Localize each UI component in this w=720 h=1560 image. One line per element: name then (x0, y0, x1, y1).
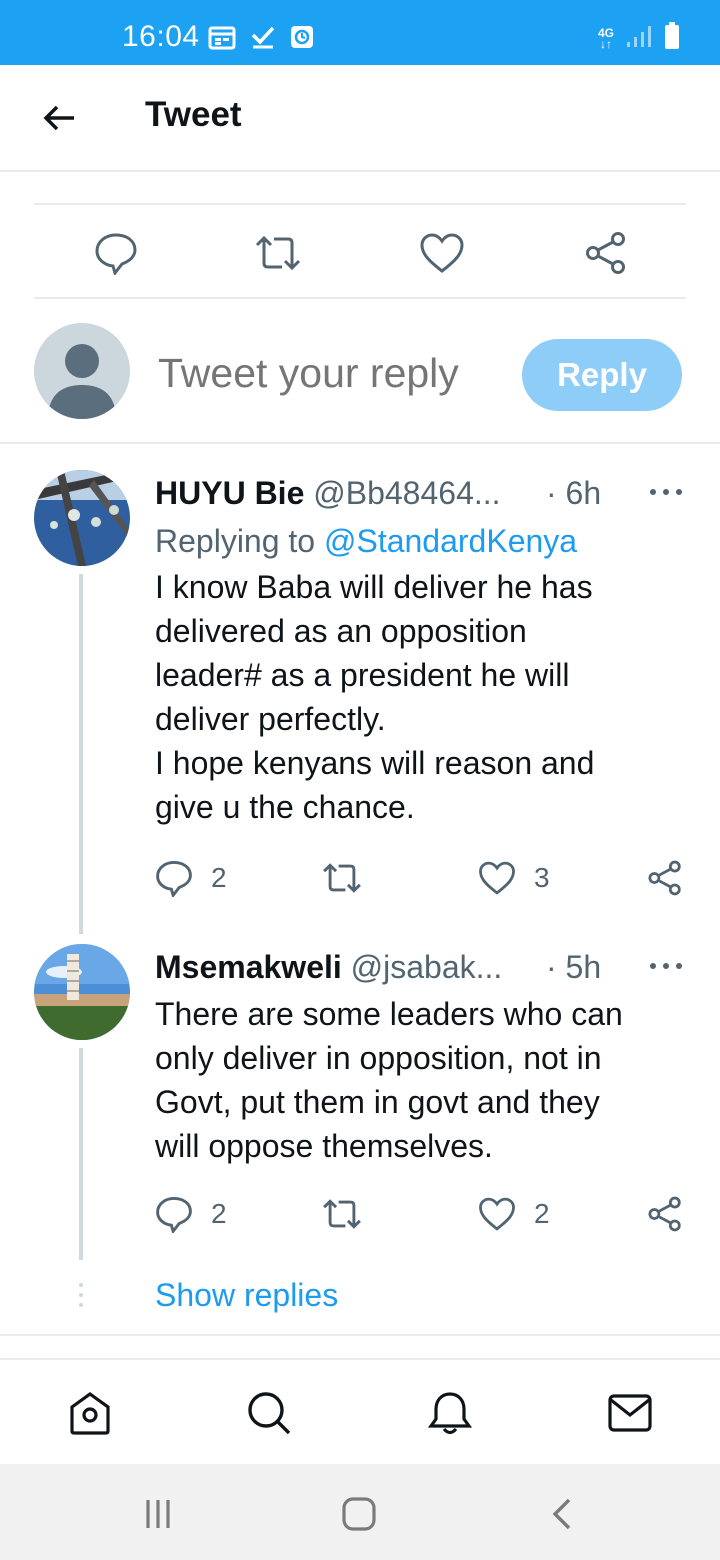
tweet-timestamp: · 6h (546, 475, 602, 511)
share-icon (648, 1196, 681, 1232)
more-icon (650, 963, 682, 969)
signal-icon (626, 24, 652, 53)
reply-tweet[interactable]: HUYU Bie @Bb48464... · 6h Replying to @S… (0, 460, 720, 934)
more-options-button[interactable] (648, 956, 684, 976)
share-icon (648, 860, 681, 896)
tweet-timestamp: · 5h (546, 949, 602, 985)
clock-app-icon (290, 25, 314, 54)
tweet-header: HUYU Bie @Bb48464... (155, 475, 501, 512)
home-button-icon (342, 1497, 376, 1531)
like-count: 3 (534, 862, 550, 893)
reply-submit-button[interactable]: Reply (522, 339, 682, 411)
bottom-nav (0, 1358, 720, 1464)
thread-line (79, 574, 83, 934)
network-type-label: 4G ↓↑ (597, 25, 614, 51)
more-icon (650, 489, 682, 495)
like-icon (420, 233, 464, 273)
messages-icon (608, 1394, 652, 1432)
thread-dots (79, 1282, 83, 1312)
divider (0, 1334, 720, 1336)
home-icon (70, 1392, 110, 1435)
search-icon (248, 1392, 291, 1435)
author-name[interactable]: HUYU Bie (155, 475, 304, 511)
like-count: 2 (534, 1198, 550, 1229)
show-replies-link[interactable]: Show replies (155, 1277, 338, 1314)
nav-messages[interactable] (607, 1390, 653, 1436)
divider (0, 442, 720, 444)
nav-home[interactable] (67, 1390, 113, 1436)
reply-icon (95, 233, 137, 275)
tweet-action-bar: 2 3 (155, 856, 695, 900)
reply-count: 2 (211, 1198, 227, 1229)
replying-to-prefix: Replying to (155, 523, 324, 559)
author-handle[interactable]: @Bb48464... (313, 475, 500, 511)
author-handle[interactable]: @jsabak... (351, 949, 503, 985)
page-title: Tweet (145, 95, 242, 134)
back-button-icon (552, 1498, 571, 1530)
tweet-text: I know Baba will deliver he has delivere… (155, 569, 595, 825)
recents-icon (146, 1500, 170, 1528)
compose-reply: Reply (0, 298, 720, 443)
user-avatar[interactable] (34, 323, 130, 419)
tweet-header: Msemakweli @jsabak... (155, 949, 502, 986)
notifications-icon (428, 1392, 472, 1435)
share-button[interactable] (647, 1192, 683, 1236)
mention-link[interactable]: @StandardKenya (324, 523, 577, 559)
calendar-icon (208, 24, 236, 55)
more-options-button[interactable] (648, 482, 684, 502)
share-button[interactable] (582, 229, 630, 277)
like-button[interactable] (418, 229, 466, 277)
back-button[interactable] (36, 95, 82, 141)
share-button[interactable] (647, 856, 683, 900)
share-icon (586, 232, 625, 274)
status-system-icons: 4G ↓↑ (598, 22, 680, 55)
nav-search[interactable] (246, 1390, 292, 1436)
status-notification-icons (208, 24, 314, 55)
like-button[interactable]: 2 (478, 1192, 550, 1236)
tweet-action-bar: 2 2 (155, 1192, 695, 1236)
retweet-icon (323, 1199, 361, 1229)
reply-button[interactable]: 2 (155, 1192, 227, 1236)
battery-icon (664, 22, 680, 55)
reply-button[interactable] (92, 229, 140, 277)
app-header: Tweet (0, 65, 720, 172)
reply-input[interactable] (158, 350, 508, 397)
status-bar: 16:04 4G ↓↑ (0, 0, 720, 65)
thread-line (79, 1048, 83, 1260)
back-nav-button[interactable] (542, 1494, 582, 1534)
reply-count: 2 (211, 862, 227, 893)
retweet-icon (255, 235, 301, 271)
recents-button[interactable] (138, 1494, 178, 1534)
replying-to: Replying to @StandardKenya (155, 523, 577, 560)
system-navigation-bar (0, 1464, 720, 1560)
avatar[interactable] (34, 470, 130, 566)
retweet-button[interactable] (321, 856, 363, 900)
retweet-button[interactable] (321, 1192, 363, 1236)
like-icon (479, 861, 515, 895)
like-icon (479, 1197, 515, 1231)
reply-button[interactable]: 2 (155, 856, 227, 900)
tweet-text: There are some leaders who can only deli… (155, 996, 623, 1164)
avatar[interactable] (34, 944, 130, 1040)
reply-tweet[interactable]: Msemakweli @jsabak... · 5h There are som… (0, 934, 720, 1264)
checkmark-icon (250, 24, 276, 55)
retweet-button[interactable] (254, 229, 302, 277)
default-avatar-icon (48, 344, 116, 419)
nav-notifications[interactable] (427, 1390, 473, 1436)
network-type-text: 4G (597, 25, 614, 40)
home-button[interactable] (339, 1494, 379, 1534)
retweet-icon (323, 863, 361, 893)
author-name[interactable]: Msemakweli (155, 949, 342, 985)
like-button[interactable]: 3 (478, 856, 550, 900)
reply-icon (156, 1196, 192, 1233)
status-time: 16:04 (122, 20, 200, 53)
reply-icon (156, 860, 192, 897)
arrow-left-icon (43, 105, 74, 131)
tweet-action-bar (34, 205, 686, 297)
